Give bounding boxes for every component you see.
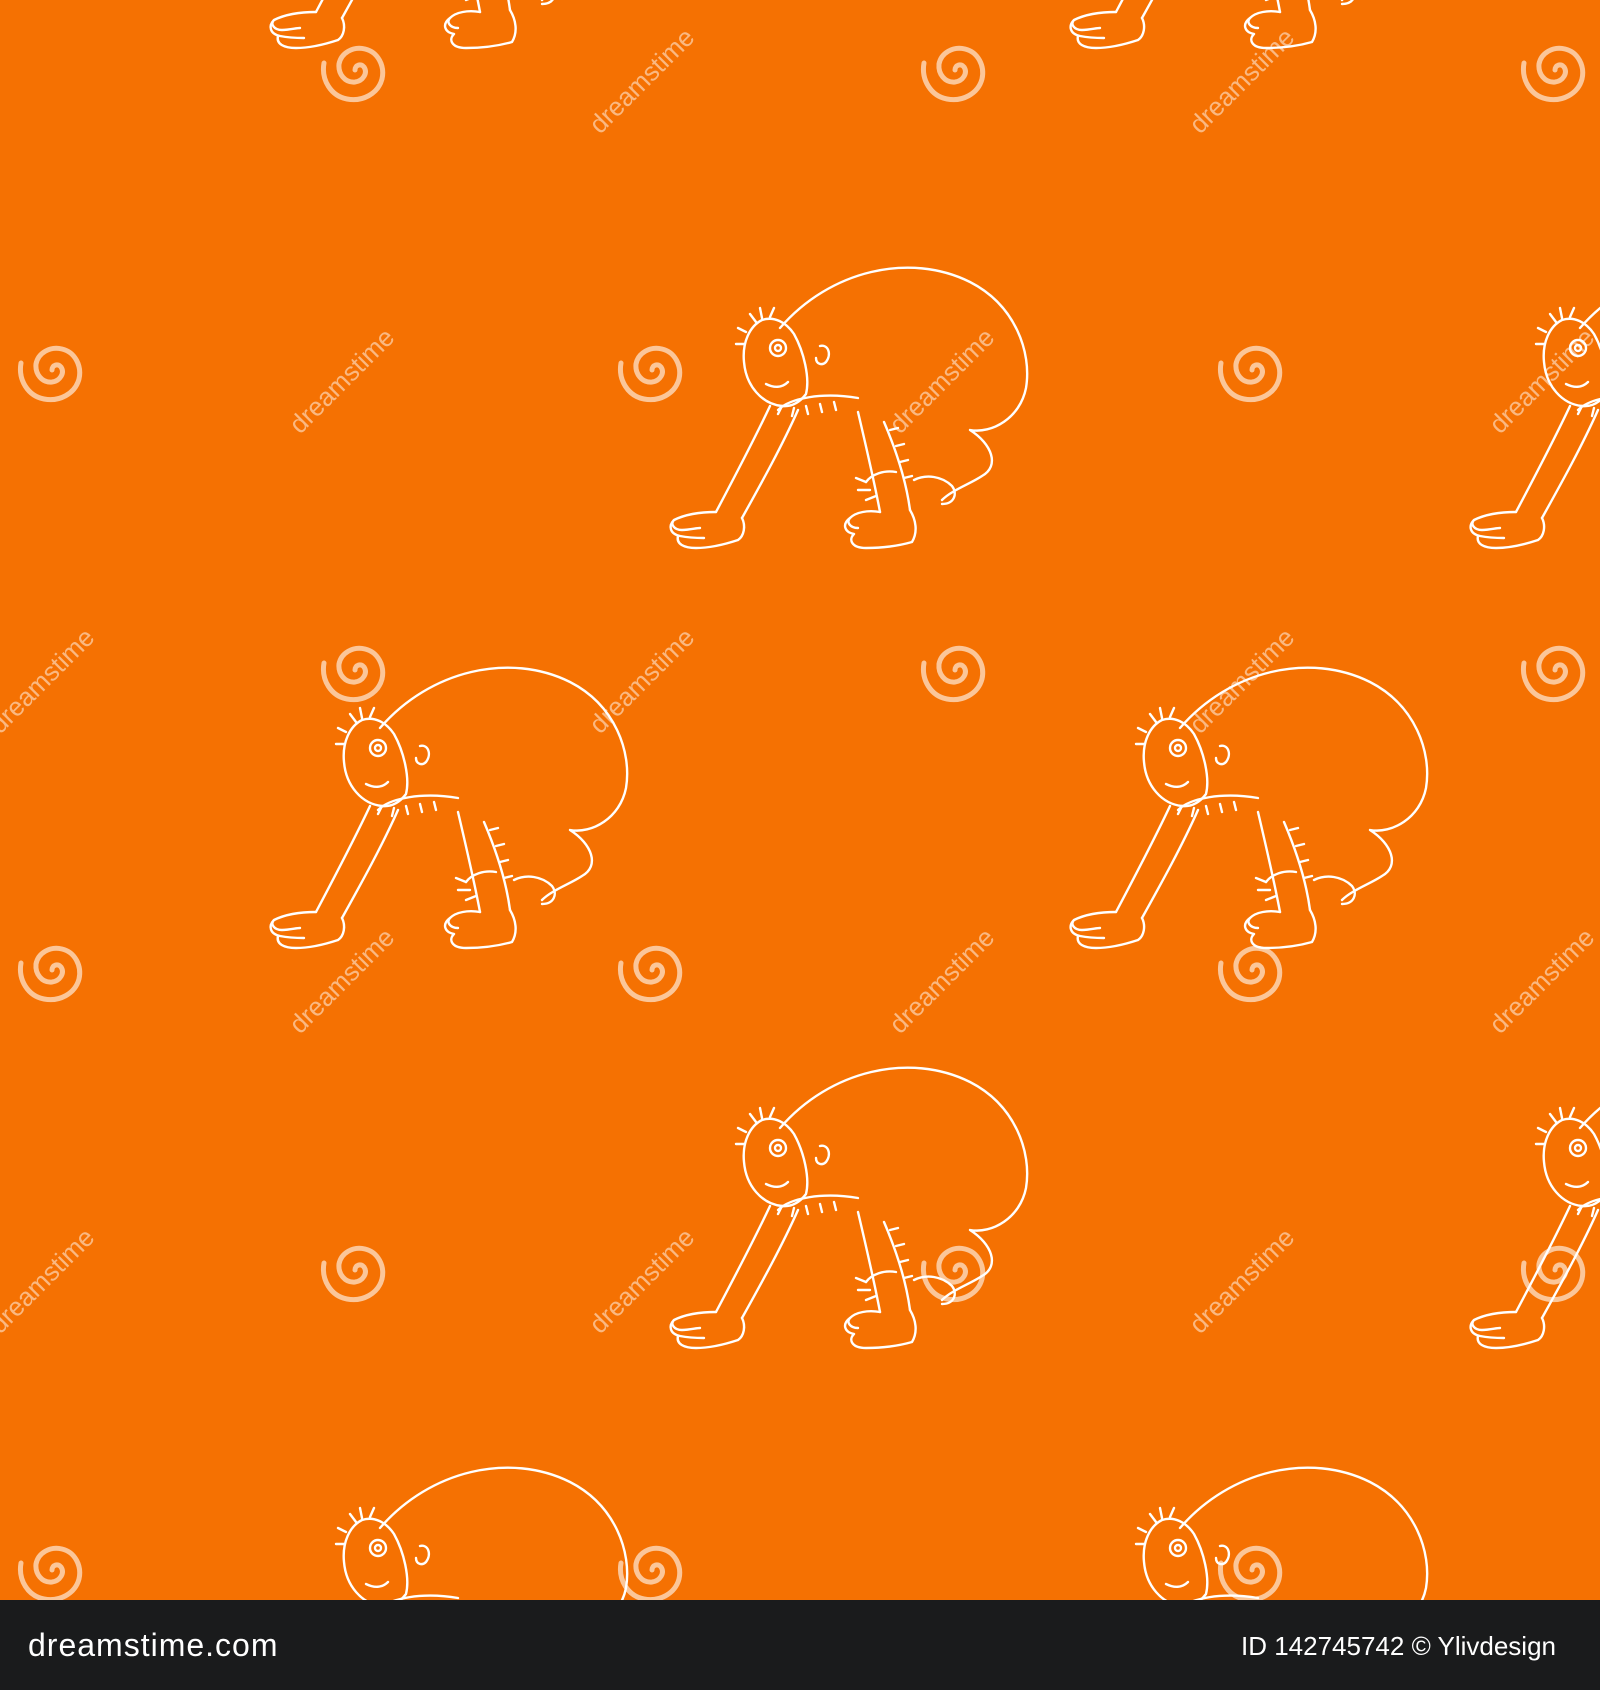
pattern-canvas: dreamstime <box>0 0 1600 1600</box>
footer-bar: dreamstime.com ID 142745742 © Ylivdesign <box>0 1600 1600 1690</box>
dreamstime-logo: dreamstime.com <box>28 1627 279 1663</box>
image-credit: ID 142745742 © Ylivdesign <box>1240 1631 1556 1661</box>
pattern-background <box>0 0 1600 1600</box>
monkey-pattern-image: dreamstime <box>0 0 1600 1600</box>
stock-image: dreamstime.com ID 142745742 © Ylivdesign <box>0 0 1600 1690</box>
